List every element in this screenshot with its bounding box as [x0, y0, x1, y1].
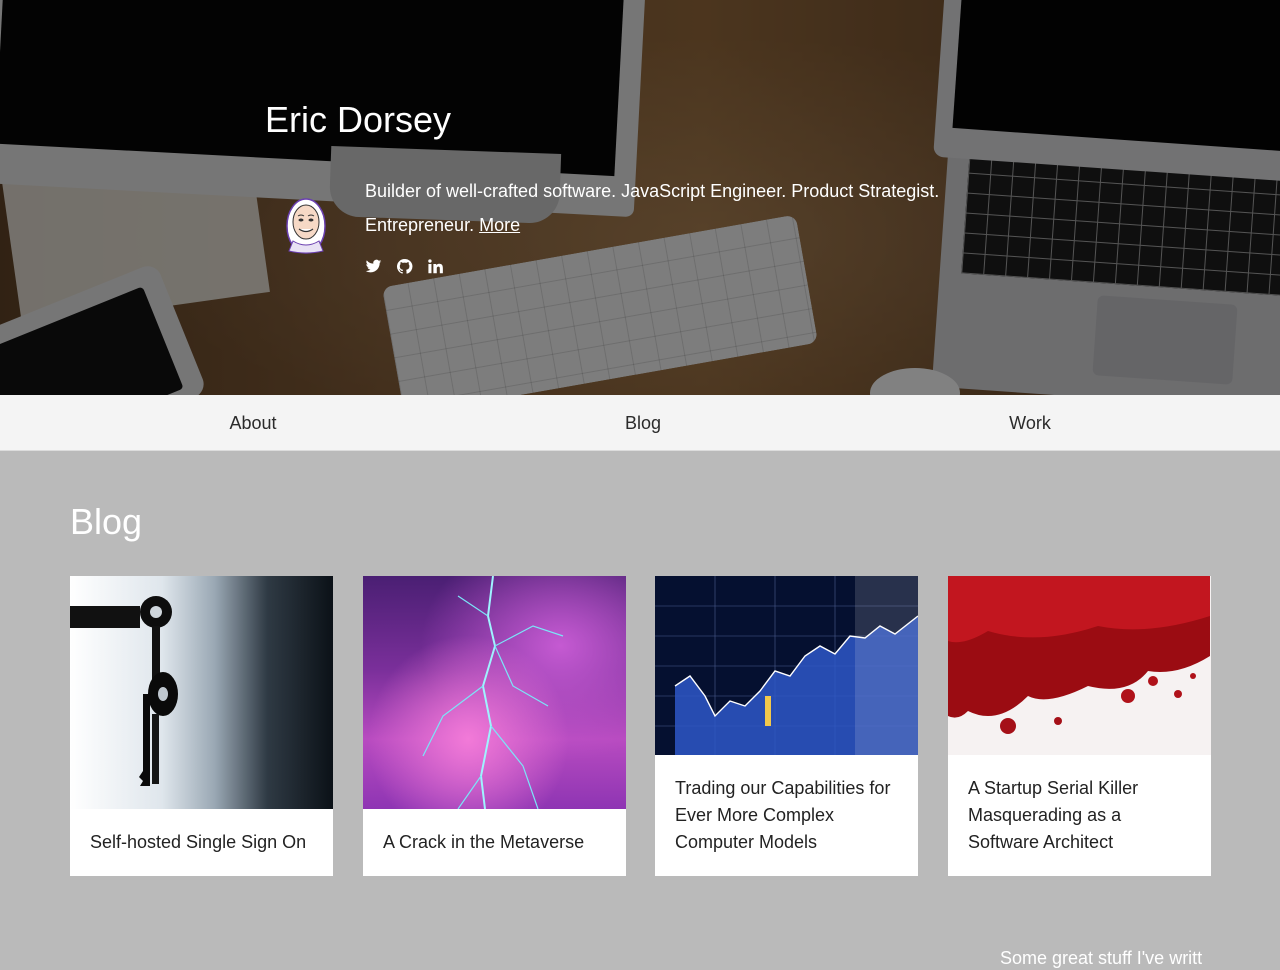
bio-text: Builder of well-crafted software. JavaSc…	[365, 181, 940, 235]
linkedin-icon	[428, 259, 443, 274]
post-thumbnail	[948, 576, 1211, 755]
footer-note: Some great stuff I've writt	[1000, 948, 1203, 968]
nav-work[interactable]: Work	[930, 395, 1130, 451]
site-title: Eric Dorsey	[265, 99, 452, 140]
github-link[interactable]	[396, 258, 413, 275]
post-title: Trading our Capabilities for Ever More C…	[675, 778, 891, 852]
post-thumbnail	[363, 576, 626, 809]
twitter-icon	[365, 259, 382, 273]
blog-card[interactable]: Self-hosted Single Sign On	[70, 576, 333, 876]
more-link[interactable]: More	[479, 215, 520, 235]
post-thumbnail	[655, 576, 918, 755]
linkedin-link[interactable]	[427, 258, 444, 275]
post-title: A Crack in the Metaverse	[383, 832, 585, 852]
bio: Builder of well-crafted software. JavaSc…	[365, 174, 955, 242]
blog-section-title: Blog	[70, 501, 143, 542]
blog-card[interactable]: A Crack in the Metaverse	[363, 576, 626, 876]
social-links	[365, 258, 444, 275]
blog-card[interactable]: A Startup Serial Killer Masquerading as …	[948, 576, 1211, 876]
blog-card[interactable]: Trading our Capabilities for Ever More C…	[655, 576, 918, 876]
nav-blog[interactable]: Blog	[543, 395, 743, 451]
post-thumbnail	[70, 576, 333, 809]
main-nav: About Blog Work	[0, 395, 1280, 451]
nav-about[interactable]: About	[153, 395, 353, 451]
avatar	[286, 198, 326, 254]
twitter-link[interactable]	[365, 258, 382, 275]
post-title: A Startup Serial Killer Masquerading as …	[968, 778, 1139, 852]
hero-banner: Eric Dorsey Builder of well-crafted soft…	[0, 0, 1280, 395]
post-title: Self-hosted Single Sign On	[90, 832, 307, 852]
github-icon	[396, 259, 413, 274]
